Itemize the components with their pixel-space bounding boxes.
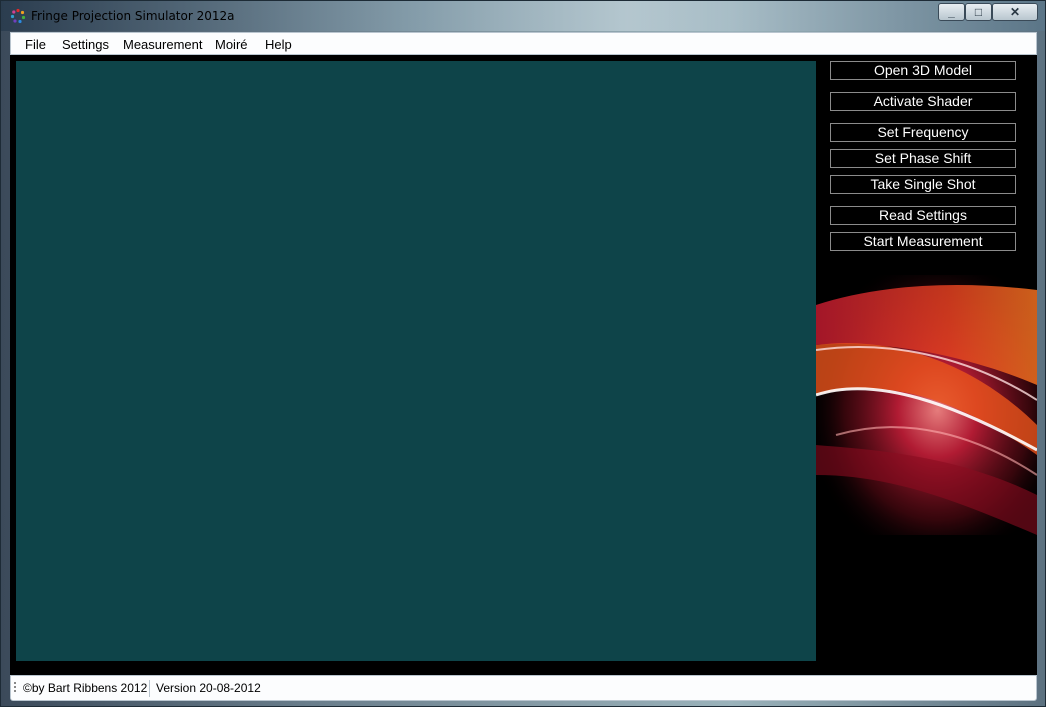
maximize-icon: □ — [974, 5, 983, 19]
grip-icon — [14, 682, 16, 694]
status-copyright: ©by Bart Ribbens 2012 — [23, 681, 148, 695]
activate-shader-button[interactable]: Activate Shader — [830, 92, 1016, 111]
client-area — [10, 55, 1037, 675]
close-icon: ✕ — [1009, 5, 1021, 19]
open-3d-model-button[interactable]: Open 3D Model — [830, 61, 1016, 80]
menu-file[interactable]: File — [25, 37, 46, 52]
take-single-shot-button[interactable]: Take Single Shot — [830, 175, 1016, 194]
read-settings-button[interactable]: Read Settings — [830, 206, 1016, 225]
render-viewport[interactable] — [16, 61, 816, 661]
status-bar: ©by Bart Ribbens 2012 Version 20-08-2012 — [10, 675, 1037, 701]
minimize-button[interactable]: _ — [938, 3, 965, 21]
start-measurement-button[interactable]: Start Measurement — [830, 232, 1016, 251]
app-window: Fringe Projection Simulator 2012a _ □ ✕ … — [0, 0, 1046, 707]
maximize-button[interactable]: □ — [965, 3, 992, 21]
app-icon — [10, 8, 26, 24]
title-bar[interactable]: Fringe Projection Simulator 2012a _ □ ✕ — [1, 1, 1045, 31]
swirl-graphic — [816, 275, 1037, 535]
status-version: Version 20-08-2012 — [156, 681, 261, 695]
side-panel-background — [816, 55, 1037, 675]
minimize-icon: _ — [948, 5, 955, 19]
close-button[interactable]: ✕ — [992, 3, 1038, 21]
menu-measurement[interactable]: Measurement — [123, 37, 202, 52]
menu-moire[interactable]: Moiré — [215, 37, 248, 52]
status-separator — [149, 680, 150, 697]
set-frequency-button[interactable]: Set Frequency — [830, 123, 1016, 142]
menu-bar: File Settings Measurement Moiré Help — [10, 32, 1037, 55]
menu-settings[interactable]: Settings — [62, 37, 109, 52]
menu-help[interactable]: Help — [265, 37, 292, 52]
set-phase-shift-button[interactable]: Set Phase Shift — [830, 149, 1016, 168]
window-title: Fringe Projection Simulator 2012a — [31, 9, 235, 23]
